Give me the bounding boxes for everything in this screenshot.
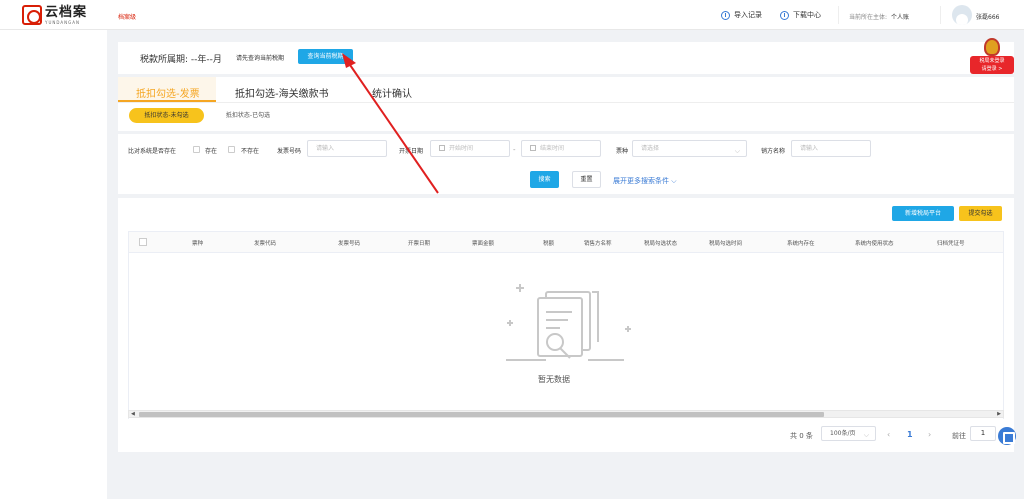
column-header[interactable]: 销售方名称 bbox=[584, 239, 612, 247]
download-icon bbox=[780, 10, 789, 20]
sidebar bbox=[0, 30, 107, 499]
filter-card: 比对系统是否存在 存在 不存在 发票号码 请输入 开票日期 开始时间 - 结束时… bbox=[118, 134, 1014, 194]
column-header[interactable]: 票种 bbox=[192, 239, 203, 247]
date-label: 开票日期 bbox=[399, 148, 424, 155]
new-platform-button[interactable]: 新增税局平台 bbox=[892, 206, 954, 221]
search-button[interactable]: 搜索 bbox=[530, 171, 559, 188]
divider bbox=[118, 102, 1014, 103]
submit-check-button[interactable]: 提交勾选 bbox=[959, 206, 1002, 221]
tabs-card: 抵扣勾选-发票 抵扣勾选-海关缴款书 统计确认 抵扣状态-未勾选 抵扣状态-已勾… bbox=[118, 77, 1014, 131]
download-center-label: 下载中心 bbox=[793, 11, 821, 19]
divider bbox=[940, 6, 941, 24]
column-header[interactable]: 发票代码 bbox=[254, 239, 276, 247]
pagination-total: 共 0 条 bbox=[790, 432, 813, 440]
page-size-select[interactable]: 100条/页 ⌵ bbox=[821, 426, 876, 441]
login-badge-line2: 请登录 > bbox=[981, 66, 1003, 72]
compare-label: 比对系统是否存在 bbox=[128, 148, 177, 155]
column-header[interactable]: 税局勾选时间 bbox=[709, 239, 742, 247]
exist-label: 存在 bbox=[205, 148, 218, 155]
date-end-input[interactable]: 结束时间 bbox=[521, 140, 601, 157]
logo-title: 云档案 bbox=[45, 4, 88, 20]
logo-mark-icon bbox=[22, 5, 42, 25]
column-header[interactable]: 税局勾选状态 bbox=[644, 239, 677, 247]
tab-invoice[interactable]: 抵扣勾选-发票 bbox=[136, 85, 200, 100]
chevron-down-icon: ⌵ bbox=[734, 147, 740, 155]
import-record-button[interactable]: 导入记录 bbox=[721, 10, 762, 20]
scroll-left-icon[interactable]: ◀ bbox=[131, 411, 135, 418]
query-period-button[interactable]: 查询当前税期 bbox=[298, 49, 353, 64]
entity-label: 当前所在主体: bbox=[849, 14, 888, 21]
date-start-placeholder: 开始时间 bbox=[449, 145, 474, 152]
column-header[interactable]: 系统内存在 bbox=[787, 239, 815, 247]
type-label: 票种 bbox=[616, 148, 629, 155]
emblem-icon bbox=[984, 38, 1000, 56]
tax-period-label: 税款所属期: --年--月 bbox=[140, 55, 222, 65]
tab-statistics[interactable]: 统计确认 bbox=[372, 85, 412, 100]
date-range-separator: - bbox=[513, 146, 516, 154]
invoice-no-label: 发票号码 bbox=[277, 148, 302, 155]
select-all-checkbox[interactable] bbox=[139, 238, 147, 246]
entity-value: 个人账 bbox=[891, 14, 910, 21]
next-page-icon[interactable]: › bbox=[928, 430, 931, 439]
login-badge-line1: 税局未登录 bbox=[979, 58, 1005, 64]
avatar[interactable] bbox=[952, 5, 972, 25]
invoice-no-input[interactable]: 请输入 bbox=[307, 140, 387, 157]
subtab-unchecked[interactable]: 抵扣状态-未勾选 bbox=[129, 108, 204, 123]
column-header[interactable]: 税额 bbox=[543, 239, 554, 247]
current-entity[interactable]: 当前所在主体: 个人账 bbox=[849, 12, 909, 21]
login-badge-box[interactable]: 税局未登录 请登录 > bbox=[970, 56, 1014, 74]
horizontal-scrollbar[interactable]: ◀ ▶ bbox=[128, 410, 1004, 418]
expand-filters-link[interactable]: 展开更多搜索条件 ⌵ bbox=[613, 176, 677, 186]
goto-page-input[interactable]: 1 bbox=[970, 426, 996, 441]
type-placeholder: 请选择 bbox=[641, 145, 660, 152]
column-header[interactable]: 发票号码 bbox=[338, 239, 360, 247]
column-header[interactable]: 系统内使用状态 bbox=[855, 239, 894, 247]
exist-checkbox[interactable] bbox=[193, 146, 200, 153]
page-size-value: 100条/页 bbox=[830, 430, 856, 437]
import-record-label: 导入记录 bbox=[734, 11, 762, 19]
seller-label: 销方名称 bbox=[761, 148, 786, 155]
reset-button[interactable]: 重置 bbox=[572, 171, 601, 188]
calendar-icon bbox=[530, 145, 536, 151]
scrollbar-thumb[interactable] bbox=[139, 412, 824, 417]
floating-help-button[interactable] bbox=[998, 427, 1016, 445]
empty-data-icon bbox=[506, 284, 631, 361]
column-header[interactable]: 开票日期 bbox=[408, 239, 430, 247]
tax-period-hint: 请先查询当前税期 bbox=[236, 55, 285, 62]
download-center-button[interactable]: 下载中心 bbox=[780, 10, 821, 20]
top-bar: 云档案 YUNDANGAN 档案级 导入记录 下载中心 当前所在主体: 个人账 张… bbox=[0, 0, 1024, 30]
tax-period-card: 税款所属期: --年--月 请先查询当前税期 查询当前税期 bbox=[118, 42, 1014, 74]
logo-subtitle: YUNDANGAN bbox=[45, 19, 80, 25]
chevron-down-icon: ⌵ bbox=[863, 431, 869, 439]
column-header[interactable]: 票面金额 bbox=[472, 239, 494, 247]
username[interactable]: 张磊666 bbox=[976, 12, 999, 21]
date-start-input[interactable]: 开始时间 bbox=[430, 140, 510, 157]
table-header: 票种 发票代码 发票号码 开票日期 票面金额 税额 销售方名称 税局勾选状态 税… bbox=[128, 231, 1004, 253]
tab-customs[interactable]: 抵扣勾选-海关缴款书 bbox=[235, 85, 329, 100]
table-card: 新增税局平台 提交勾选 票种 发票代码 发票号码 开票日期 票面金额 税额 销售… bbox=[118, 198, 1014, 452]
column-header[interactable]: 归档凭证号 bbox=[937, 239, 965, 247]
archive-level-link[interactable]: 档案级 bbox=[118, 12, 136, 21]
prev-page-icon[interactable]: ‹ bbox=[887, 430, 890, 439]
subtab-checked[interactable]: 抵扣状态-已勾选 bbox=[218, 108, 278, 123]
tax-bureau-login-badge[interactable]: 税局未登录 请登录 > bbox=[970, 38, 1014, 76]
type-select[interactable]: 请选择 ⌵ bbox=[632, 140, 747, 157]
calendar-icon bbox=[439, 145, 445, 151]
not-exist-checkbox[interactable] bbox=[228, 146, 235, 153]
divider bbox=[838, 6, 839, 24]
page-number[interactable]: 1 bbox=[907, 430, 913, 439]
app-logo[interactable]: 云档案 YUNDANGAN bbox=[22, 4, 87, 26]
seller-input[interactable]: 请输入 bbox=[791, 140, 871, 157]
clock-icon bbox=[721, 10, 730, 20]
goto-label: 前往 bbox=[952, 432, 966, 440]
date-end-placeholder: 结束时间 bbox=[540, 145, 565, 152]
not-exist-label: 不存在 bbox=[241, 148, 260, 155]
empty-text: 暂无数据 bbox=[538, 375, 570, 384]
scroll-right-icon[interactable]: ▶ bbox=[997, 411, 1001, 418]
